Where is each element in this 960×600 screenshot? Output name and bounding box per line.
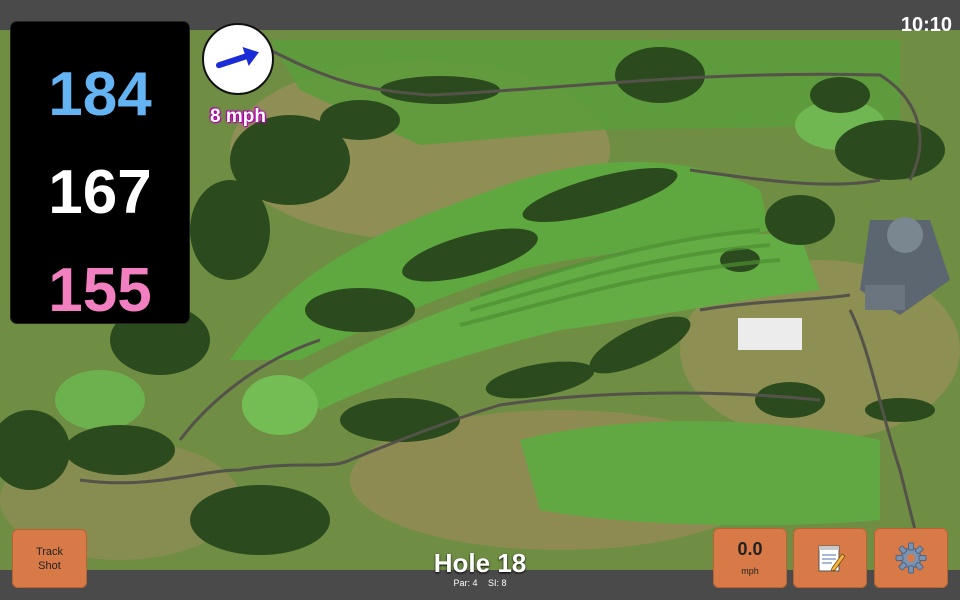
distance-back: 184 bbox=[48, 60, 152, 129]
track-shot-button[interactable]: Track Shot bbox=[12, 529, 87, 588]
hole-par: Par: 4 bbox=[453, 578, 478, 588]
gear-icon bbox=[895, 542, 927, 574]
settings-button[interactable] bbox=[874, 528, 948, 588]
track-shot-label-line1: Track bbox=[35, 545, 64, 558]
track-shot-label-line2: Shot bbox=[38, 559, 61, 572]
hole-si: SI: 8 bbox=[488, 578, 507, 588]
clock: 10:10 bbox=[900, 14, 952, 36]
speed-button[interactable]: 0.0 mph bbox=[713, 528, 787, 588]
wind-speed: 8 mph bbox=[210, 106, 266, 127]
wind-indicator bbox=[202, 23, 274, 95]
hole-title: Hole 18 bbox=[433, 548, 527, 578]
notes-button[interactable] bbox=[793, 528, 867, 588]
speed-value: 0.0 bbox=[737, 539, 763, 559]
notepad-icon bbox=[818, 545, 846, 572]
hole-info: Hole 18 Par: 4 SI: 8 bbox=[380, 548, 580, 588]
speed-unit: mph bbox=[741, 566, 759, 576]
distance-panel: 184 167 155 bbox=[11, 22, 189, 323]
distance-front: 155 bbox=[48, 256, 152, 325]
wind-arrow-icon bbox=[215, 47, 259, 69]
distance-middle: 167 bbox=[48, 158, 152, 227]
hole-details: Par: 4 SI: 8 bbox=[380, 578, 580, 588]
